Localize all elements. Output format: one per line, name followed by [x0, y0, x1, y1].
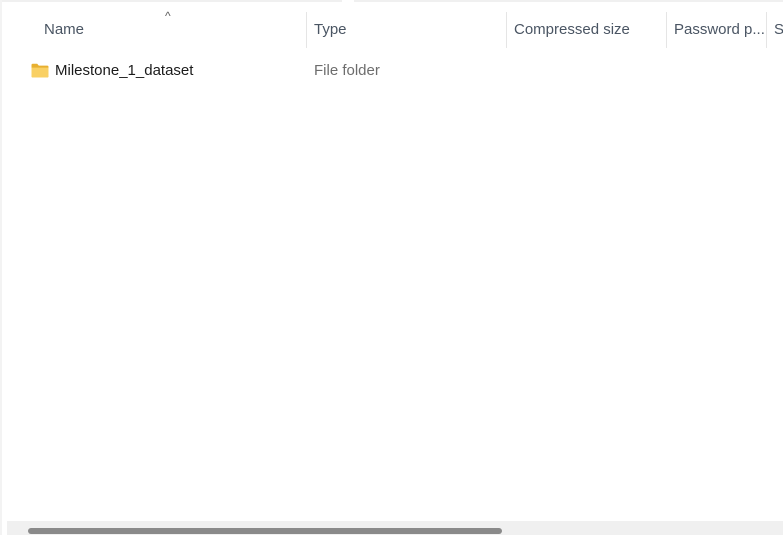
column-header-password-protected[interactable]: Password p...	[674, 8, 766, 48]
column-divider[interactable]	[506, 12, 507, 48]
column-header-bar: ^ Name Type Compressed size Password p..…	[0, 8, 783, 48]
column-header-size[interactable]: S	[774, 8, 783, 48]
column-header-name[interactable]: Name	[44, 8, 304, 48]
column-divider[interactable]	[306, 12, 307, 48]
file-name: Milestone_1_dataset	[55, 62, 194, 79]
file-type: File folder	[314, 62, 380, 79]
list-item[interactable]: Milestone_1_dataset File folder	[22, 58, 782, 84]
scrollbar-thumb[interactable]	[28, 528, 502, 534]
column-header-compressed-size[interactable]: Compressed size	[514, 8, 664, 48]
column-divider[interactable]	[766, 12, 767, 48]
file-list-pane: ^ Name Type Compressed size Password p..…	[0, 0, 783, 535]
left-border	[0, 0, 2, 535]
column-header-type[interactable]: Type	[314, 8, 504, 48]
top-border	[0, 0, 783, 2]
horizontal-scrollbar[interactable]	[7, 521, 783, 535]
column-divider[interactable]	[666, 12, 667, 48]
folder-icon	[31, 63, 49, 78]
